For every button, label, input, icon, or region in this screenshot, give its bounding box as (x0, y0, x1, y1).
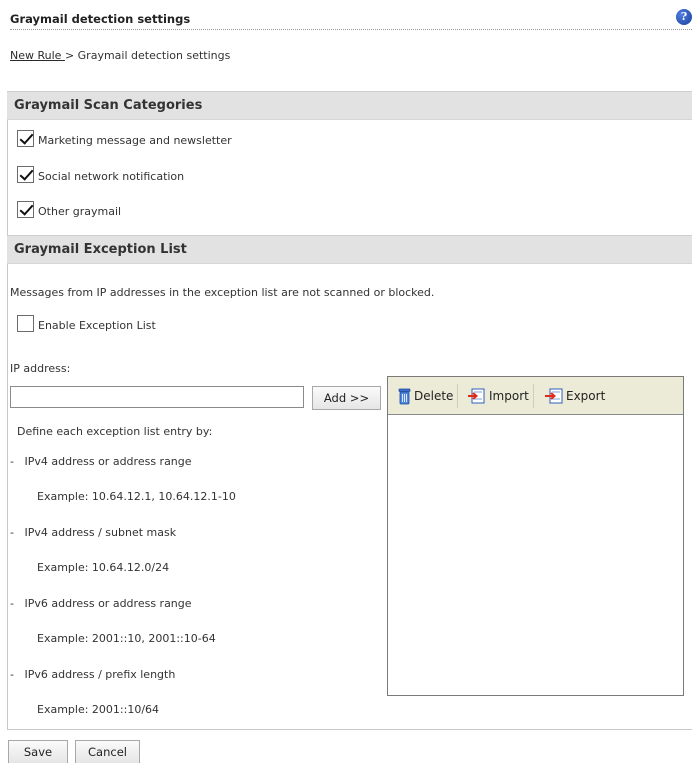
social-label: Social network notification (38, 169, 185, 183)
entry-label: IPv6 address / prefix length (24, 668, 176, 681)
save-button[interactable]: Save (8, 740, 68, 763)
ip-address-input[interactable] (10, 386, 304, 408)
export-button[interactable]: Export (540, 384, 609, 408)
exception-list-header: Graymail Exception List (7, 235, 692, 264)
entry-example: Example: 2001::10, 2001::10-64 (37, 632, 216, 645)
export-icon (544, 388, 563, 404)
category-marketing[interactable]: Marketing message and newsletter (17, 129, 232, 147)
other-checkbox[interactable] (17, 200, 34, 218)
entry-ipv6-range: - IPv6 address or address range (10, 597, 192, 610)
enable-exception-checkbox[interactable] (17, 314, 34, 332)
breadcrumb-current: Graymail detection settings (77, 49, 231, 62)
marketing-label: Marketing message and newsletter (38, 133, 232, 147)
entry-example: Example: 10.64.12.0/24 (37, 561, 170, 574)
entry-ipv4-subnet: - IPv4 address / subnet mask (10, 526, 176, 539)
exception-list-toolbar: Delete Import Export (388, 377, 683, 415)
ip-address-label: IP address: (10, 362, 71, 375)
entry-label: IPv4 address / subnet mask (24, 526, 177, 539)
divider (7, 729, 692, 730)
breadcrumb: New Rule > Graymail detection settings (10, 49, 230, 62)
scan-categories-header: Graymail Scan Categories (7, 91, 692, 120)
entry-bullet: - (10, 526, 14, 539)
define-heading: Define each exception list entry by: (17, 425, 213, 438)
entry-example: Example: 10.64.12.1, 10.64.12.1-10 (37, 490, 236, 503)
import-label: Import (489, 389, 529, 403)
exception-description: Messages from IP addresses in the except… (10, 286, 435, 299)
entry-label: IPv6 address or address range (24, 597, 192, 610)
help-icon[interactable]: ? (676, 9, 692, 25)
page-header: Graymail detection settings ? (10, 6, 692, 30)
entry-example: Example: 2001::10/64 (37, 703, 160, 716)
social-checkbox[interactable] (17, 165, 34, 183)
breadcrumb-separator: > (64, 49, 75, 62)
page-title: Graymail detection settings (10, 12, 191, 26)
other-label: Other graymail (38, 204, 122, 218)
entry-bullet: - (10, 597, 14, 610)
delete-label: Delete (414, 389, 454, 403)
entry-ipv6-prefix: - IPv6 address / prefix length (10, 668, 175, 681)
scan-categories-title: Graymail Scan Categories (14, 98, 203, 113)
enable-exception-label: Enable Exception List (38, 318, 156, 332)
exception-list-panel[interactable]: Delete Import Export (387, 376, 684, 696)
enable-exception-row[interactable]: Enable Exception List (17, 314, 156, 332)
exception-list-title: Graymail Exception List (14, 242, 187, 257)
import-button[interactable]: Import (463, 384, 534, 408)
trash-icon (398, 388, 411, 405)
entry-ipv4-range: - IPv4 address or address range (10, 455, 192, 468)
category-social[interactable]: Social network notification (17, 165, 184, 183)
category-other[interactable]: Other graymail (17, 200, 121, 218)
delete-button[interactable]: Delete (394, 384, 459, 408)
cancel-button[interactable]: Cancel (75, 740, 140, 763)
entry-bullet: - (10, 668, 14, 681)
entry-bullet: - (10, 455, 14, 468)
import-icon (467, 388, 486, 404)
add-button[interactable]: Add >> (312, 386, 381, 410)
entry-label: IPv4 address or address range (24, 455, 192, 468)
marketing-checkbox[interactable] (17, 129, 34, 147)
export-label: Export (566, 389, 606, 403)
breadcrumb-link-new-rule[interactable]: New Rule (10, 49, 65, 62)
